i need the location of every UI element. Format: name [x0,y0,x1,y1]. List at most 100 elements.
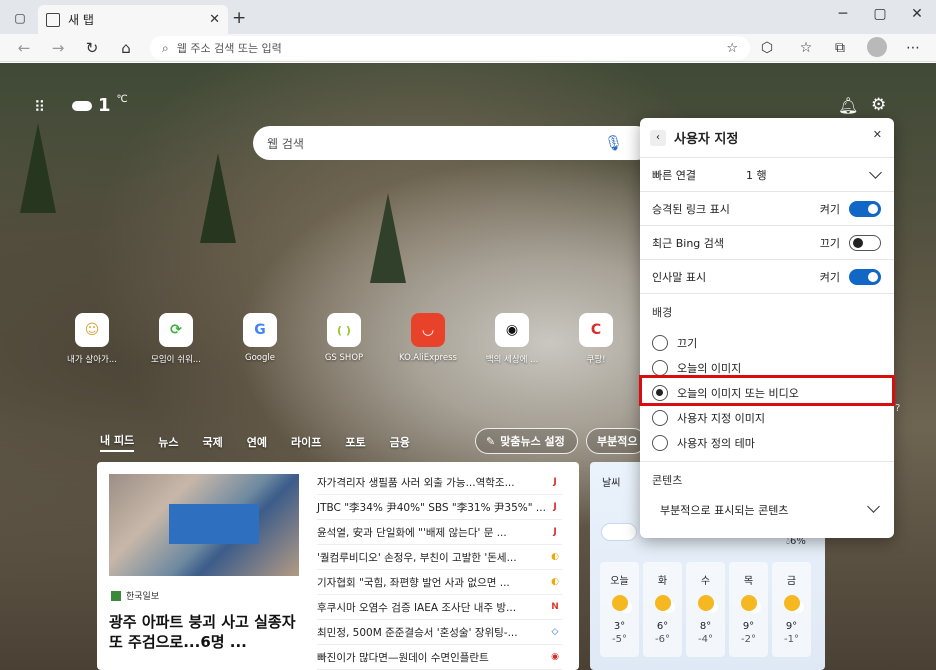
toggle-state-label: 끄기 [819,236,840,250]
forecast-high: 9° [742,621,755,632]
chevron-down-icon[interactable] [867,500,880,513]
quick-link-icon: ◡ [411,313,445,347]
background-option-custom-theme[interactable]: 사용자 정의 테마 [652,430,882,455]
radio-button[interactable] [652,334,668,351]
web-search-box[interactable]: 웹 검색 🎙︎ [253,126,653,160]
customize-panel: ‹ 사용자 지정 ✕ 빠른 연결 1 행 승격된 링크 표시 켜기 최근 Bin… [640,118,894,538]
list-item[interactable]: 최민정, 500M 준준결승서 '혼성술' 장위팅-... ◇ [317,620,562,645]
new-tab-button[interactable]: + [232,8,246,28]
app-launcher-icon[interactable]: ⠿ [34,99,50,115]
quick-links-row[interactable]: 빠른 연결 1 행 [640,158,894,192]
radio-label: 끄기 [677,336,698,350]
news-source: 한국일보 [111,589,159,602]
headline-title: 자가격리자 생필품 사러 외출 가능...역학조... [317,476,515,489]
greeting-toggle[interactable] [849,269,881,285]
list-item[interactable]: 자가격리자 생필품 사러 외출 가능...역학조... J [317,470,562,495]
radio-button[interactable] [652,409,668,426]
favorite-add-icon[interactable]: ☆ [726,41,738,56]
forecast-day[interactable]: 목 9° -2° [729,562,768,657]
nav-bar: ← → ↻ ⌂ ⌕ 웹 주소 검색 또는 입력 ☆ ⬡ ☆ ⧉ ⋯ [0,34,936,62]
feed-tabs: 내 피드 뉴스 국제 연예 라이프 포토 금융 [100,432,434,452]
tab-my-feed[interactable]: 내 피드 [100,432,135,452]
quick-link-icon: C [579,313,613,347]
toggle-knob [868,272,878,282]
radio-button[interactable] [652,359,668,376]
back-icon[interactable]: ← [14,38,34,58]
personalize-button[interactable]: ✎ 맞춤뉴스 설정 [475,428,578,454]
news-image[interactable] [109,474,299,576]
notification-bell-icon[interactable]: 🔔︎ [838,96,858,115]
quick-link-icon: G [243,313,277,347]
maximize-icon[interactable]: ▢ [870,6,890,22]
tab-entertainment[interactable]: 연예 [247,434,267,450]
forecast-low: -1° [784,634,799,645]
quick-link[interactable]: ⟳ 모임이 쉬워... [134,313,218,365]
settings-gear-icon[interactable]: ⚙ [871,95,886,115]
news-headline[interactable]: 광주 아파트 붕괴 사고 실종자 또 주검으로...6명 ... [109,612,304,652]
weather-title: 날씨 [602,478,621,489]
quick-link[interactable]: ◡ KO.AliExpress [386,313,470,365]
forecast-high: 3° [613,621,626,632]
forecast-day[interactable]: 오늘 3° -5° [600,562,639,657]
quick-link-label: GS SHOP [324,353,364,363]
favorites-icon[interactable]: ☆ [796,38,816,58]
headline-title: 윤석열, 安과 단일화에 "'배제 않는다' 문 ... [317,526,507,539]
news-source-name: 한국일보 [126,592,160,602]
list-item[interactable]: 윤석열, 安과 단일화에 "'배제 않는다' 문 ... J [317,520,562,545]
promoted-links-toggle[interactable] [849,201,881,217]
customize-title: 사용자 지정 [674,132,739,147]
home-icon[interactable]: ⌂ [116,38,136,58]
back-chevron-icon[interactable]: ‹ [650,129,666,146]
background-option-custom-image[interactable]: 사용자 지정 이미지 [652,405,882,430]
quick-link-icon: ⟳ [159,313,193,347]
partial-content-button[interactable]: 부분적으 [586,428,646,454]
weather-widget-top[interactable]: 1 ℃ [72,94,128,116]
forecast-day[interactable]: 수 8° -4° [686,562,725,657]
tab-finance[interactable]: 금융 [390,434,410,450]
tab-actions-icon[interactable]: ▢ [6,6,34,30]
more-menu-icon[interactable]: ⋯ [903,38,923,58]
forward-icon[interactable]: → [48,38,68,58]
tab-world[interactable]: 국제 [202,434,222,450]
recent-bing-toggle[interactable] [849,235,881,251]
list-item[interactable]: '퀄컴루비디오' 손정우, 부친이 고발한 '돈세... ◐ [317,545,562,570]
list-item[interactable]: 빠진이가 많다면—원데이 수면인플란트 ◉ [317,645,562,670]
refresh-icon[interactable]: ↻ [82,38,102,58]
tab-news[interactable]: 뉴스 [158,434,178,450]
publisher-icon: N [551,602,559,612]
radio-button[interactable] [652,434,668,451]
collections-icon[interactable]: ⧉ [830,38,850,58]
news-source-logo [111,590,121,601]
quick-link[interactable]: G Google [218,313,302,365]
address-bar[interactable]: ⌕ 웹 주소 검색 또는 입력 ☆ [150,36,750,60]
list-item[interactable]: 기자협회 "국힘, 좌편향 발언 사과 없으면 ... ◐ [317,570,562,595]
forecast-day[interactable]: 화 6° -6° [643,562,682,657]
minimize-icon[interactable]: ─ [833,6,853,22]
chevron-down-icon[interactable] [869,166,882,179]
microphone-icon[interactable]: 🎙︎ [604,134,623,152]
forecast-day[interactable]: 금 9° -1° [772,562,811,657]
quick-link[interactable]: ◉ 백의 세상에 ... [470,313,554,365]
close-tab-icon[interactable]: ✕ [209,12,220,27]
tab-life[interactable]: 라이프 [291,434,321,450]
temperature: 1 [98,95,111,116]
headline-title: 기자협회 "국힘, 좌편향 발언 사과 없으면 ... [317,576,510,589]
cloud-icon [72,100,92,111]
extensions-icon[interactable]: ⬡ [757,38,777,58]
close-window-icon[interactable]: ✕ [907,6,927,22]
content-dropdown[interactable]: 부분적으로 표시되는 콘텐츠 [652,500,882,518]
background-option-off[interactable]: 끄기 [652,330,882,355]
close-icon[interactable]: ✕ [873,128,882,141]
background-tree [370,193,406,283]
headline-title: JTBC "李34% 尹40%" SBS "李31% 尹35%" ... [317,501,546,514]
quick-link[interactable]: ( ) GS SHOP [302,313,386,365]
list-item[interactable]: JTBC "李34% 尹40%" SBS "李31% 尹35%" ... J [317,495,562,520]
quick-link[interactable]: ☺ 내가 살아가... [50,313,134,365]
tab-new[interactable]: 새 탭 ✕ [38,5,228,34]
tab-photo[interactable]: 포토 [345,434,365,450]
list-item[interactable]: 후쿠시마 오염수 검증 IAEA 조사단 내주 방... N [317,595,562,620]
profile-avatar[interactable] [867,37,887,57]
forecast-high: 8° [699,621,712,632]
quick-link-label: KO.AliExpress [399,353,457,363]
quick-link[interactable]: C 쿠팡! [554,313,638,365]
